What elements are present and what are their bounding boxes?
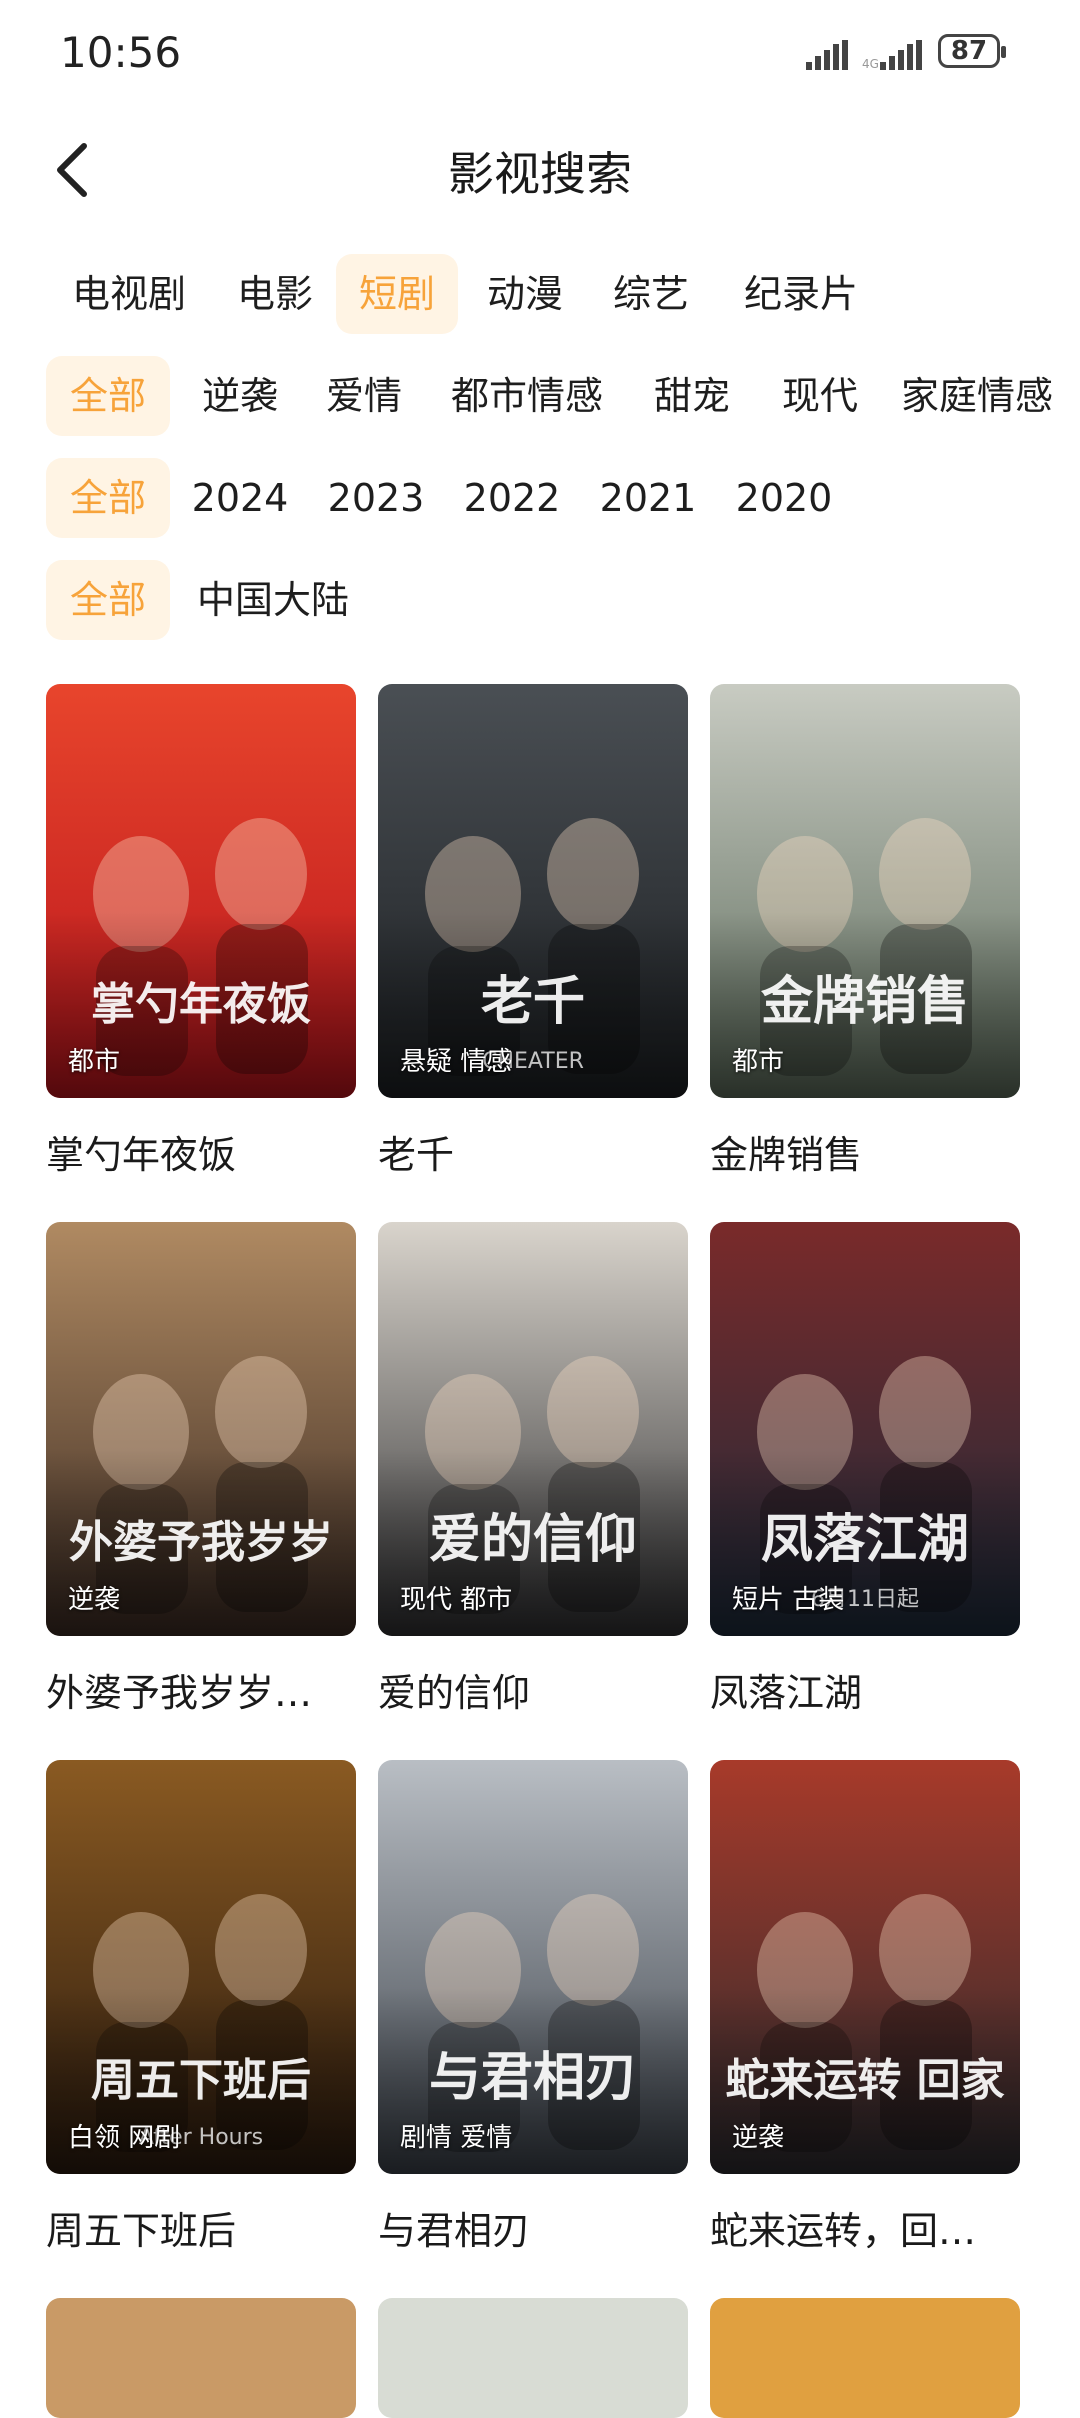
poster-image[interactable] [710, 2298, 1020, 2418]
result-title[interactable]: 老千 [378, 1124, 698, 1179]
signal-icon: 4G [862, 40, 922, 70]
poster-title-art: 周五下班后 [91, 2055, 311, 2106]
poster-title-art: 与君相刃 [429, 2048, 637, 2108]
poster-title-art: 爱的信仰 [429, 1510, 637, 1570]
poster-title-art: 蛇来运转 回家 [725, 2055, 1004, 2106]
filter-chip-categories[interactable]: 综艺 [590, 254, 712, 334]
poster-image[interactable]: 周五下班后 After Hours 白领 网剧 [46, 1760, 356, 2174]
status-bar: 10:56 4G 87 [0, 0, 1080, 110]
genre-tags: 都市 [68, 1047, 121, 1077]
filter-chip-years[interactable]: 2020 [724, 458, 844, 538]
poster-image[interactable] [46, 2298, 356, 2418]
poster-title-art: 凤落江湖 [761, 1510, 969, 1570]
filter-chip-categories[interactable]: 纪录片 [716, 254, 886, 334]
result-title[interactable]: 金牌销售 [710, 1124, 1030, 1179]
region-filter-row: 全部 中国大陆 [0, 560, 1080, 644]
poster-title-art: 金牌销售 [760, 972, 969, 1032]
filter-chip-categories[interactable]: 电影 [214, 254, 336, 334]
poster-image[interactable]: 掌勺年夜饭 都市 [46, 684, 356, 1098]
filter-chip-years[interactable]: 2023 [316, 458, 436, 538]
poster-image[interactable]: 爱的信仰 现代 都市 [378, 1222, 688, 1636]
result-title[interactable]: 凤落江湖 [710, 1662, 1030, 1717]
filter-chip-genres[interactable]: 逆袭 [178, 356, 302, 436]
filter-chip-categories[interactable]: 动漫 [464, 254, 586, 334]
poster-image[interactable]: 外婆予我岁岁 逆袭 [46, 1222, 356, 1636]
filter-chip-genres[interactable]: 甜宠 [628, 356, 756, 436]
filter-chip-genres[interactable]: 都市情感 [426, 356, 628, 436]
poster-image[interactable]: 凤落江湖 6月11日起 短片 古装 [710, 1222, 1020, 1636]
poster-title-art: 掌勺年夜饭 [91, 979, 311, 1030]
genre-tags: 白领 网剧 [68, 2123, 181, 2153]
page-title: 影视搜索 [448, 147, 632, 201]
poster-title-art: 老千 [481, 972, 585, 1032]
poster-image[interactable] [378, 2298, 688, 2418]
genre-tags: 都市 [732, 1047, 785, 1077]
genre-tags: 逆袭 [68, 1585, 121, 1615]
result-title[interactable]: 爱的信仰 [378, 1662, 698, 1717]
battery-icon: 87 [938, 34, 1006, 68]
signal-icon [806, 40, 848, 70]
genre-tags: 逆袭 [732, 2123, 785, 2153]
category-filter-row: 电视剧 电影 短剧 动漫 综艺 纪录片 [0, 254, 1080, 338]
genre-tags: 现代 都市 [400, 1585, 513, 1615]
svg-text:4G: 4G [862, 57, 879, 70]
filter-chip-categories[interactable]: 电视剧 [44, 254, 214, 334]
filter-chip-genres[interactable]: 全部 [46, 356, 170, 436]
poster-image[interactable]: 蛇来运转 回家 逆袭 [710, 1760, 1020, 2174]
genre-filter-row: 全部 逆袭 爱情 都市情感 甜宠 现代 家庭情感 [0, 356, 1080, 440]
filter-chip-years[interactable]: 2024 [180, 458, 300, 538]
poster-image[interactable]: 老千 CHEATER 悬疑 情感 [378, 684, 688, 1098]
genre-tags: 悬疑 情感 [400, 1047, 513, 1077]
result-title[interactable]: 周五下班后 [46, 2200, 366, 2255]
poster-title-art: 外婆予我岁岁 [69, 1517, 333, 1568]
year-filter-row: 全部 2024 2023 2022 2021 2020 [0, 458, 1080, 542]
status-time: 10:56 [60, 28, 182, 77]
filter-chip-categories[interactable]: 短剧 [336, 254, 458, 334]
result-title[interactable]: 外婆予我岁岁… [46, 1662, 366, 1717]
filter-chip-regions[interactable]: 全部 [46, 560, 170, 640]
filter-chip-years[interactable]: 全部 [46, 458, 170, 538]
filter-chip-years[interactable]: 2022 [452, 458, 572, 538]
result-title[interactable]: 掌勺年夜饭 [46, 1124, 366, 1179]
genre-tags: 剧情 爱情 [400, 2123, 513, 2153]
filter-chip-years[interactable]: 2021 [588, 458, 708, 538]
genre-tags: 短片 古装 [732, 1585, 845, 1615]
filter-chip-genres[interactable]: 家庭情感 [882, 356, 1072, 436]
filter-chip-regions[interactable]: 中国大陆 [178, 560, 368, 640]
result-title[interactable]: 蛇来运转，回… [710, 2200, 1030, 2255]
poster-image[interactable]: 金牌销售 都市 [710, 684, 1020, 1098]
filter-chip-genres[interactable]: 现代 [756, 356, 884, 436]
filter-chip-genres[interactable]: 爱情 [302, 356, 426, 436]
poster-image[interactable]: 与君相刃 剧情 爱情 [378, 1760, 688, 2174]
result-title[interactable]: 与君相刃 [378, 2200, 698, 2255]
